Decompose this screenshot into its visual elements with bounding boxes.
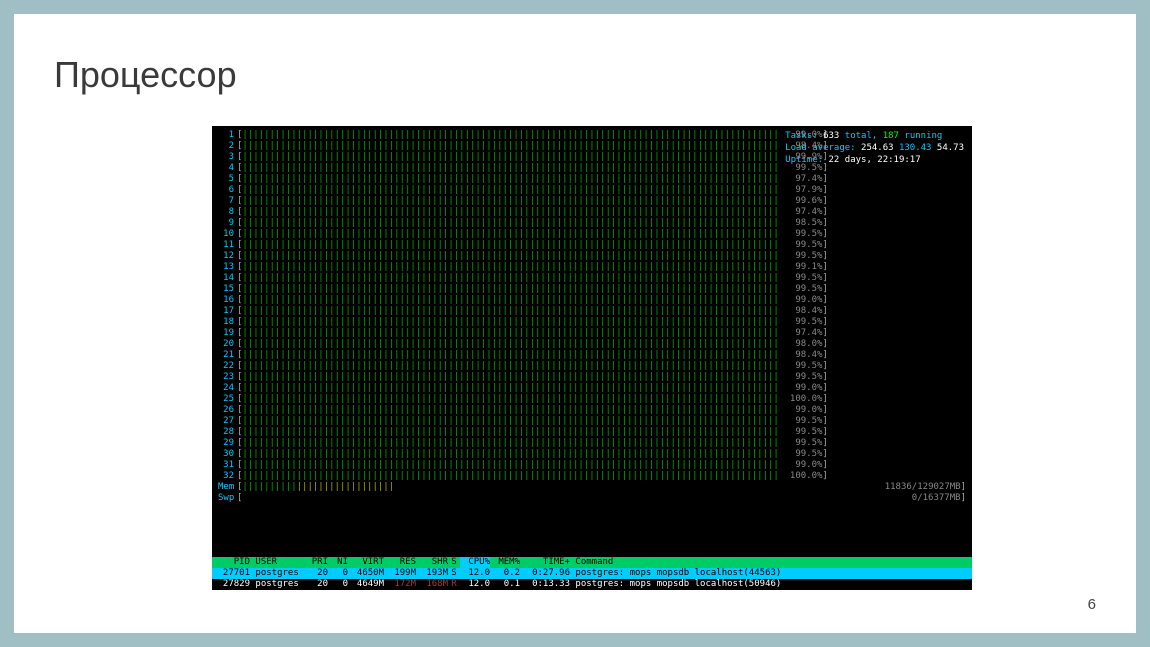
cpu-bar-29: 29[|||||||||||||||||||||||||||||||||||||… — [218, 438, 966, 449]
cpu-bar-13: 13[|||||||||||||||||||||||||||||||||||||… — [218, 262, 966, 273]
col-pid[interactable]: PID — [212, 557, 250, 568]
htop-terminal: Tasks: 633 total, 187 running Load avera… — [212, 126, 972, 590]
cpu-meters: 1[||||||||||||||||||||||||||||||||||||||… — [212, 126, 972, 504]
col-cpu[interactable]: CPU% — [460, 557, 490, 568]
tasks-running: 187 — [883, 131, 899, 141]
table-header[interactable]: PID USER PRI NI VIRT RES SHR S CPU% MEM%… — [212, 557, 972, 568]
cpu-bar-24: 24[|||||||||||||||||||||||||||||||||||||… — [218, 383, 966, 394]
slide-title: Процессор — [54, 54, 237, 96]
cpu-bar-23: 23[|||||||||||||||||||||||||||||||||||||… — [218, 372, 966, 383]
cpu-bar-30: 30[|||||||||||||||||||||||||||||||||||||… — [218, 449, 966, 460]
col-mem[interactable]: MEM% — [490, 557, 520, 568]
cpu-bar-20: 20[|||||||||||||||||||||||||||||||||||||… — [218, 339, 966, 350]
cpu-bar-27: 27[|||||||||||||||||||||||||||||||||||||… — [218, 416, 966, 427]
cpu-bar-19: 19[|||||||||||||||||||||||||||||||||||||… — [218, 328, 966, 339]
load-2: 130.43 — [899, 143, 932, 153]
cpu-bar-6: 6[||||||||||||||||||||||||||||||||||||||… — [218, 185, 966, 196]
tasks-running-sfx: running — [904, 131, 942, 141]
cpu-bar-17: 17[|||||||||||||||||||||||||||||||||||||… — [218, 306, 966, 317]
col-pri[interactable]: PRI — [302, 557, 328, 568]
table-row[interactable]: 27829 postgres2004649M172M168MR12.00.10:… — [212, 579, 972, 590]
uptime-label: Uptime: — [785, 155, 823, 165]
uptime-value: 22 days, 22:19:17 — [829, 155, 921, 165]
cpu-bar-31: 31[|||||||||||||||||||||||||||||||||||||… — [218, 460, 966, 471]
mem-meter: Mem[||||||||||||||||||||||||||||11836/12… — [218, 482, 966, 493]
swap-meter: Swp[0/16377MB] — [218, 493, 966, 504]
cpu-bar-11: 11[|||||||||||||||||||||||||||||||||||||… — [218, 240, 966, 251]
load-1: 254.63 — [861, 143, 894, 153]
col-virt[interactable]: VIRT — [348, 557, 384, 568]
cpu-bar-8: 8[||||||||||||||||||||||||||||||||||||||… — [218, 207, 966, 218]
cpu-bar-12: 12[|||||||||||||||||||||||||||||||||||||… — [218, 251, 966, 262]
cpu-bar-14: 14[|||||||||||||||||||||||||||||||||||||… — [218, 273, 966, 284]
col-time[interactable]: TIME+ — [520, 557, 570, 568]
load-label: Load average: — [785, 143, 855, 153]
cpu-bar-25: 25[|||||||||||||||||||||||||||||||||||||… — [218, 394, 966, 405]
tasks-label: Tasks: — [785, 131, 818, 141]
col-shr[interactable]: SHR — [416, 557, 448, 568]
cpu-bar-15: 15[|||||||||||||||||||||||||||||||||||||… — [218, 284, 966, 295]
col-cmd[interactable]: Command — [570, 557, 972, 568]
col-ni[interactable]: NI — [328, 557, 348, 568]
col-res[interactable]: RES — [384, 557, 416, 568]
col-s[interactable]: S — [448, 557, 460, 568]
cpu-bar-28: 28[|||||||||||||||||||||||||||||||||||||… — [218, 427, 966, 438]
cpu-bar-32: 32[|||||||||||||||||||||||||||||||||||||… — [218, 471, 966, 482]
cpu-bar-5: 5[||||||||||||||||||||||||||||||||||||||… — [218, 174, 966, 185]
cpu-bar-16: 16[|||||||||||||||||||||||||||||||||||||… — [218, 295, 966, 306]
col-user[interactable]: USER — [250, 557, 302, 568]
stats-block: Tasks: 633 total, 187 running Load avera… — [785, 130, 964, 166]
process-table: PID USER PRI NI VIRT RES SHR S CPU% MEM%… — [212, 557, 972, 590]
table-row[interactable]: 27701 postgres2004650M199M193MS12.00.20:… — [212, 568, 972, 579]
cpu-bar-26: 26[|||||||||||||||||||||||||||||||||||||… — [218, 405, 966, 416]
cpu-bar-10: 10[|||||||||||||||||||||||||||||||||||||… — [218, 229, 966, 240]
tasks-total-sfx: total, — [845, 131, 878, 141]
page-number: 6 — [1088, 596, 1096, 613]
tasks-total: 633 — [823, 131, 839, 141]
cpu-bar-7: 7[||||||||||||||||||||||||||||||||||||||… — [218, 196, 966, 207]
cpu-bar-22: 22[|||||||||||||||||||||||||||||||||||||… — [218, 361, 966, 372]
cpu-bar-9: 9[||||||||||||||||||||||||||||||||||||||… — [218, 218, 966, 229]
cpu-bar-18: 18[|||||||||||||||||||||||||||||||||||||… — [218, 317, 966, 328]
load-3: 54.73 — [937, 143, 964, 153]
cpu-bar-21: 21[|||||||||||||||||||||||||||||||||||||… — [218, 350, 966, 361]
